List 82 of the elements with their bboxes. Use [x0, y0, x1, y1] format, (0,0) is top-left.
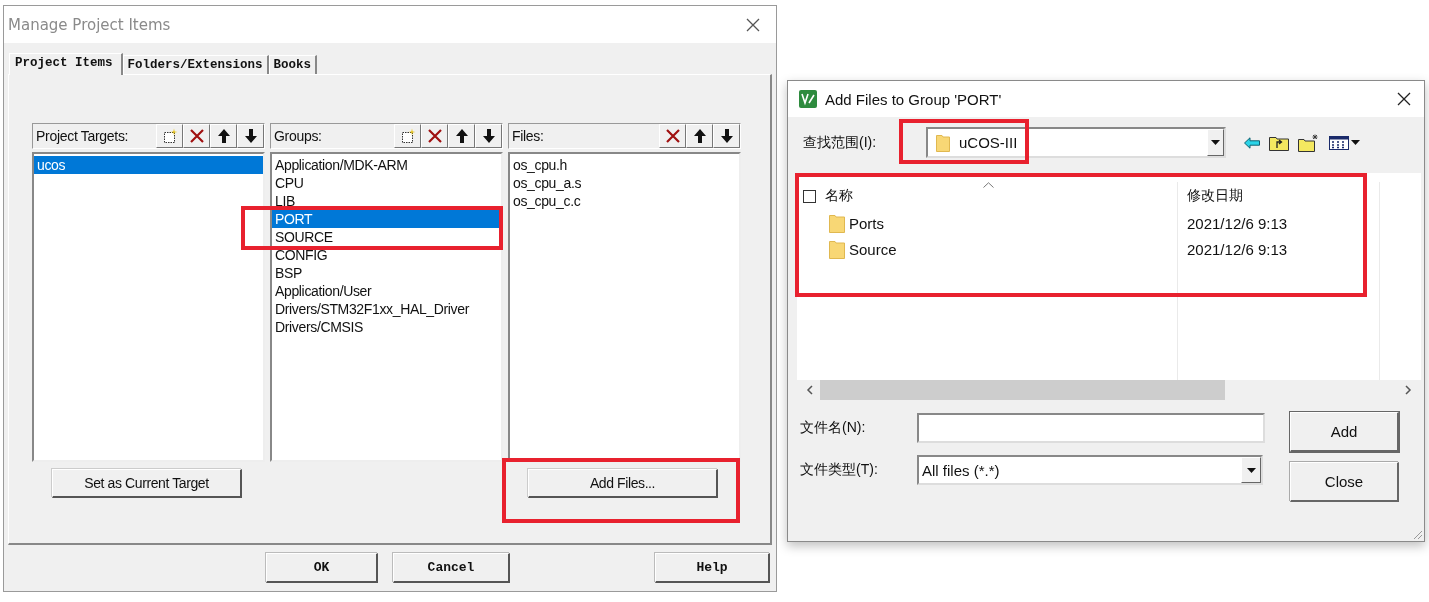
dialog-button[interactable]: Add: [1290, 412, 1399, 452]
scrollbar-thumb[interactable]: [820, 380, 1225, 400]
dialog-button[interactable]: Cancel: [393, 553, 510, 583]
list-item[interactable]: os_cpu_a.s: [510, 174, 739, 192]
up-folder-icon[interactable]: [1269, 134, 1289, 151]
dropdown-arrow-icon: [1211, 140, 1220, 145]
scroll-right-icon[interactable]: [1405, 385, 1412, 395]
file-name-label: 文件名(N):: [800, 419, 867, 437]
list-item[interactable]: Drivers/STM32F1xx_HAL_Driver: [272, 300, 501, 318]
toolbar-button[interactable]: [183, 124, 210, 148]
select-all-checkbox[interactable]: [803, 189, 816, 203]
app-logo-icon: [799, 90, 817, 108]
list-item[interactable]: CONFIG: [272, 246, 501, 264]
close-icon[interactable]: [746, 17, 760, 32]
list-item[interactable]: PORT: [272, 210, 501, 228]
panel-label: Groups:: [274, 128, 323, 144]
toolbar-button[interactable]: [210, 124, 237, 148]
dialog-button[interactable]: Close: [1290, 462, 1399, 502]
dropdown-arrow-icon: [1246, 467, 1256, 473]
folder-icon: [829, 239, 845, 259]
tab[interactable]: Books: [268, 55, 318, 74]
toolbar-button[interactable]: [659, 124, 686, 148]
toolbar-button[interactable]: [394, 124, 421, 148]
tab[interactable]: Folders/Extensions: [122, 55, 269, 74]
add-files-button[interactable]: Add Files...: [528, 469, 718, 498]
list-item[interactable]: Drivers/CMSIS: [272, 318, 501, 336]
move-down-icon: [719, 128, 734, 144]
move-down-icon: [243, 128, 258, 144]
delete-icon: [188, 128, 205, 144]
toolbar-button[interactable]: [421, 124, 448, 148]
move-up-icon: [692, 128, 707, 144]
list-item[interactable]: LIB: [272, 192, 501, 210]
column-header[interactable]: 名称: [825, 187, 853, 205]
panel-label: Project Targets:: [36, 128, 130, 144]
look-in-dropdown[interactable]: uCOS-III: [926, 127, 1226, 158]
toolbar-button[interactable]: [237, 124, 264, 148]
file-name[interactable]: Ports: [849, 214, 884, 232]
list-item[interactable]: os_cpu.h: [510, 156, 739, 174]
view-menu-icon[interactable]: [1329, 134, 1361, 151]
column-header[interactable]: 修改日期: [1187, 187, 1243, 205]
list-item[interactable]: Application/MDK-ARM: [272, 156, 501, 174]
new-folder-icon[interactable]: [1298, 133, 1320, 152]
file-name[interactable]: Source: [849, 240, 897, 258]
sort-caret-icon: [983, 182, 994, 188]
list-item[interactable]: CPU: [272, 174, 501, 192]
move-up-icon: [454, 128, 469, 144]
dialog-button[interactable]: Help: [655, 553, 770, 583]
file-type-dropdown[interactable]: All files (*.*): [917, 455, 1263, 485]
toolbar-button[interactable]: [156, 124, 183, 148]
back-arrow-icon[interactable]: [1244, 136, 1260, 149]
list-item[interactable]: os_cpu_c.c: [510, 192, 739, 210]
list-item[interactable]: SOURCE: [272, 228, 501, 246]
window-title: Add Files to Group 'PORT': [825, 90, 1003, 108]
new-item-icon: [161, 128, 178, 144]
file-type-label: 文件类型(T):: [800, 461, 879, 479]
set-target-button[interactable]: Set as Current Target: [52, 469, 242, 498]
look-in-label: 查找范围(I):: [803, 133, 878, 152]
tab[interactable]: Project Items: [9, 53, 123, 75]
toolbar-button[interactable]: [686, 124, 713, 148]
toolbar-button[interactable]: [713, 124, 740, 148]
file-name-field[interactable]: [917, 413, 1265, 443]
scroll-left-icon[interactable]: [806, 385, 813, 395]
delete-icon: [426, 128, 443, 144]
toolbar-button[interactable]: [448, 124, 475, 148]
list-item[interactable]: BSP: [272, 264, 501, 282]
new-item-icon: [399, 128, 416, 144]
dialog-button[interactable]: OK: [266, 553, 378, 583]
list-item[interactable]: ucos: [34, 156, 263, 174]
folder-icon: [936, 133, 950, 152]
folder-icon: [829, 213, 845, 233]
list-item[interactable]: Application/User: [272, 282, 501, 300]
move-down-icon: [481, 128, 496, 144]
delete-icon: [664, 128, 681, 144]
modified-date: 2021/12/6 9:13: [1187, 240, 1288, 258]
toolbar-button[interactable]: [475, 124, 502, 148]
window-title: Manage Project Items: [8, 15, 172, 34]
resize-grip-icon: [1411, 528, 1423, 540]
panel-label: Files:: [512, 128, 545, 144]
horizontal-scrollbar[interactable]: [797, 380, 1421, 400]
close-icon[interactable]: [1397, 92, 1411, 106]
modified-date: 2021/12/6 9:13: [1187, 214, 1288, 232]
move-up-icon: [216, 128, 231, 144]
